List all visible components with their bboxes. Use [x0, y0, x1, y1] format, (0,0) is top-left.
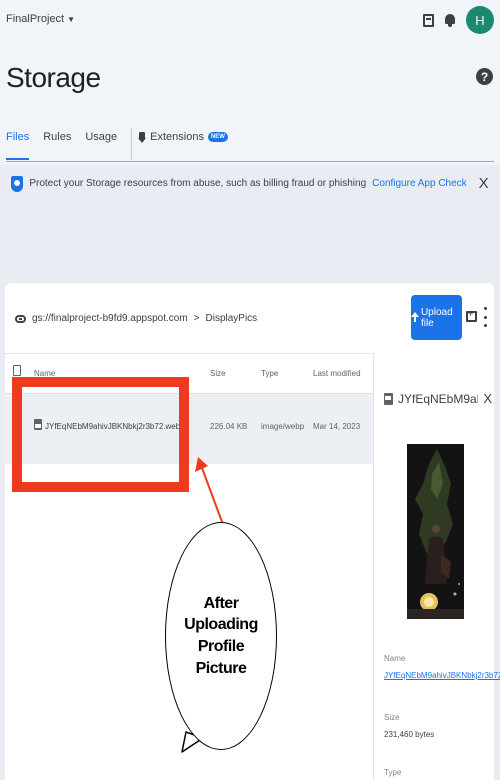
add-folder-icon[interactable]	[466, 309, 477, 322]
bucket-path[interactable]: gs://finalproject-b9fd9.appspot.com	[32, 313, 188, 324]
details-size-label: Size	[384, 713, 400, 722]
tab-extensions[interactable]: Extensions NEW	[131, 128, 228, 160]
folder-name[interactable]: DisplayPics	[206, 313, 258, 324]
link-icon	[15, 314, 26, 323]
tab-bar: Files Rules Usage Extensions NEW	[6, 128, 494, 162]
app-check-banner: Protect your Storage resources from abus…	[0, 175, 500, 192]
top-icons: H	[423, 6, 494, 34]
close-icon[interactable]: X	[483, 391, 492, 406]
new-badge: NEW	[207, 132, 228, 142]
image-preview	[407, 444, 464, 619]
app-header: FinalProject ▼ H Storage ? Files Rules U…	[0, 0, 500, 165]
file-size: 226.04 KB	[210, 422, 248, 431]
details-type-label: Type	[384, 768, 402, 777]
chevron-down-icon: ▼	[67, 14, 75, 24]
highlight-box	[12, 377, 189, 492]
bell-icon[interactable]	[444, 13, 456, 27]
upload-icon	[411, 312, 419, 323]
banner-close-icon[interactable]: X	[479, 175, 489, 192]
docs-icon[interactable]	[423, 13, 434, 27]
tab-rules[interactable]: Rules	[43, 128, 71, 160]
avatar[interactable]: H	[466, 6, 494, 34]
photo-thumbnail	[407, 444, 464, 619]
select-all-checkbox[interactable]	[13, 365, 21, 376]
file-details-panel: JYfEqNEbM9ahivJ... X Name JYfEqNEbM9ahiv…	[373, 353, 500, 780]
upload-file-button[interactable]: Upload file	[411, 295, 462, 340]
tab-files[interactable]: Files	[6, 128, 30, 160]
file-modified: Mar 14, 2023	[313, 422, 361, 431]
help-icon[interactable]: ?	[476, 68, 493, 85]
details-size-value: 231,460 bytes	[384, 730, 435, 739]
column-last-modified[interactable]: Last modified	[313, 369, 361, 378]
tab-usage[interactable]: Usage	[85, 128, 117, 160]
breadcrumb-separator: >	[193, 313, 200, 324]
column-size[interactable]: Size	[210, 369, 226, 378]
configure-app-check-link[interactable]: Configure App Check	[372, 178, 467, 189]
tab-extensions-label: Extensions	[150, 131, 204, 143]
banner-text: Protect your Storage resources from abus…	[29, 178, 367, 189]
annotation-text: After Uploading Profile Picture	[176, 593, 266, 679]
details-name-link[interactable]: JYfEqNEbM9ahivJBKNbkj2r3b72.webp	[384, 671, 500, 680]
breadcrumb: gs://finalproject-b9fd9.appspot.com > Di…	[15, 313, 257, 324]
column-type[interactable]: Type	[261, 369, 278, 378]
page-title: Storage	[6, 62, 101, 93]
extensions-icon	[138, 132, 147, 144]
file-type: image/webp	[261, 422, 305, 431]
annotation-line-1: After Uploading	[184, 594, 258, 634]
image-file-icon	[384, 392, 393, 405]
project-selector[interactable]: FinalProject ▼	[6, 13, 75, 25]
upload-file-label: Upload file	[420, 306, 453, 329]
more-options-icon[interactable]	[483, 307, 487, 327]
details-title: JYfEqNEbM9ahivJ...	[398, 391, 478, 406]
shield-icon	[11, 175, 24, 192]
details-header: JYfEqNEbM9ahivJ... X	[384, 391, 492, 406]
annotation-line-2: Profile Picture	[195, 638, 247, 677]
details-name-label: Name	[384, 654, 406, 663]
project-name: FinalProject	[6, 13, 65, 25]
annotation-bubble: After Uploading Profile Picture	[165, 522, 277, 750]
